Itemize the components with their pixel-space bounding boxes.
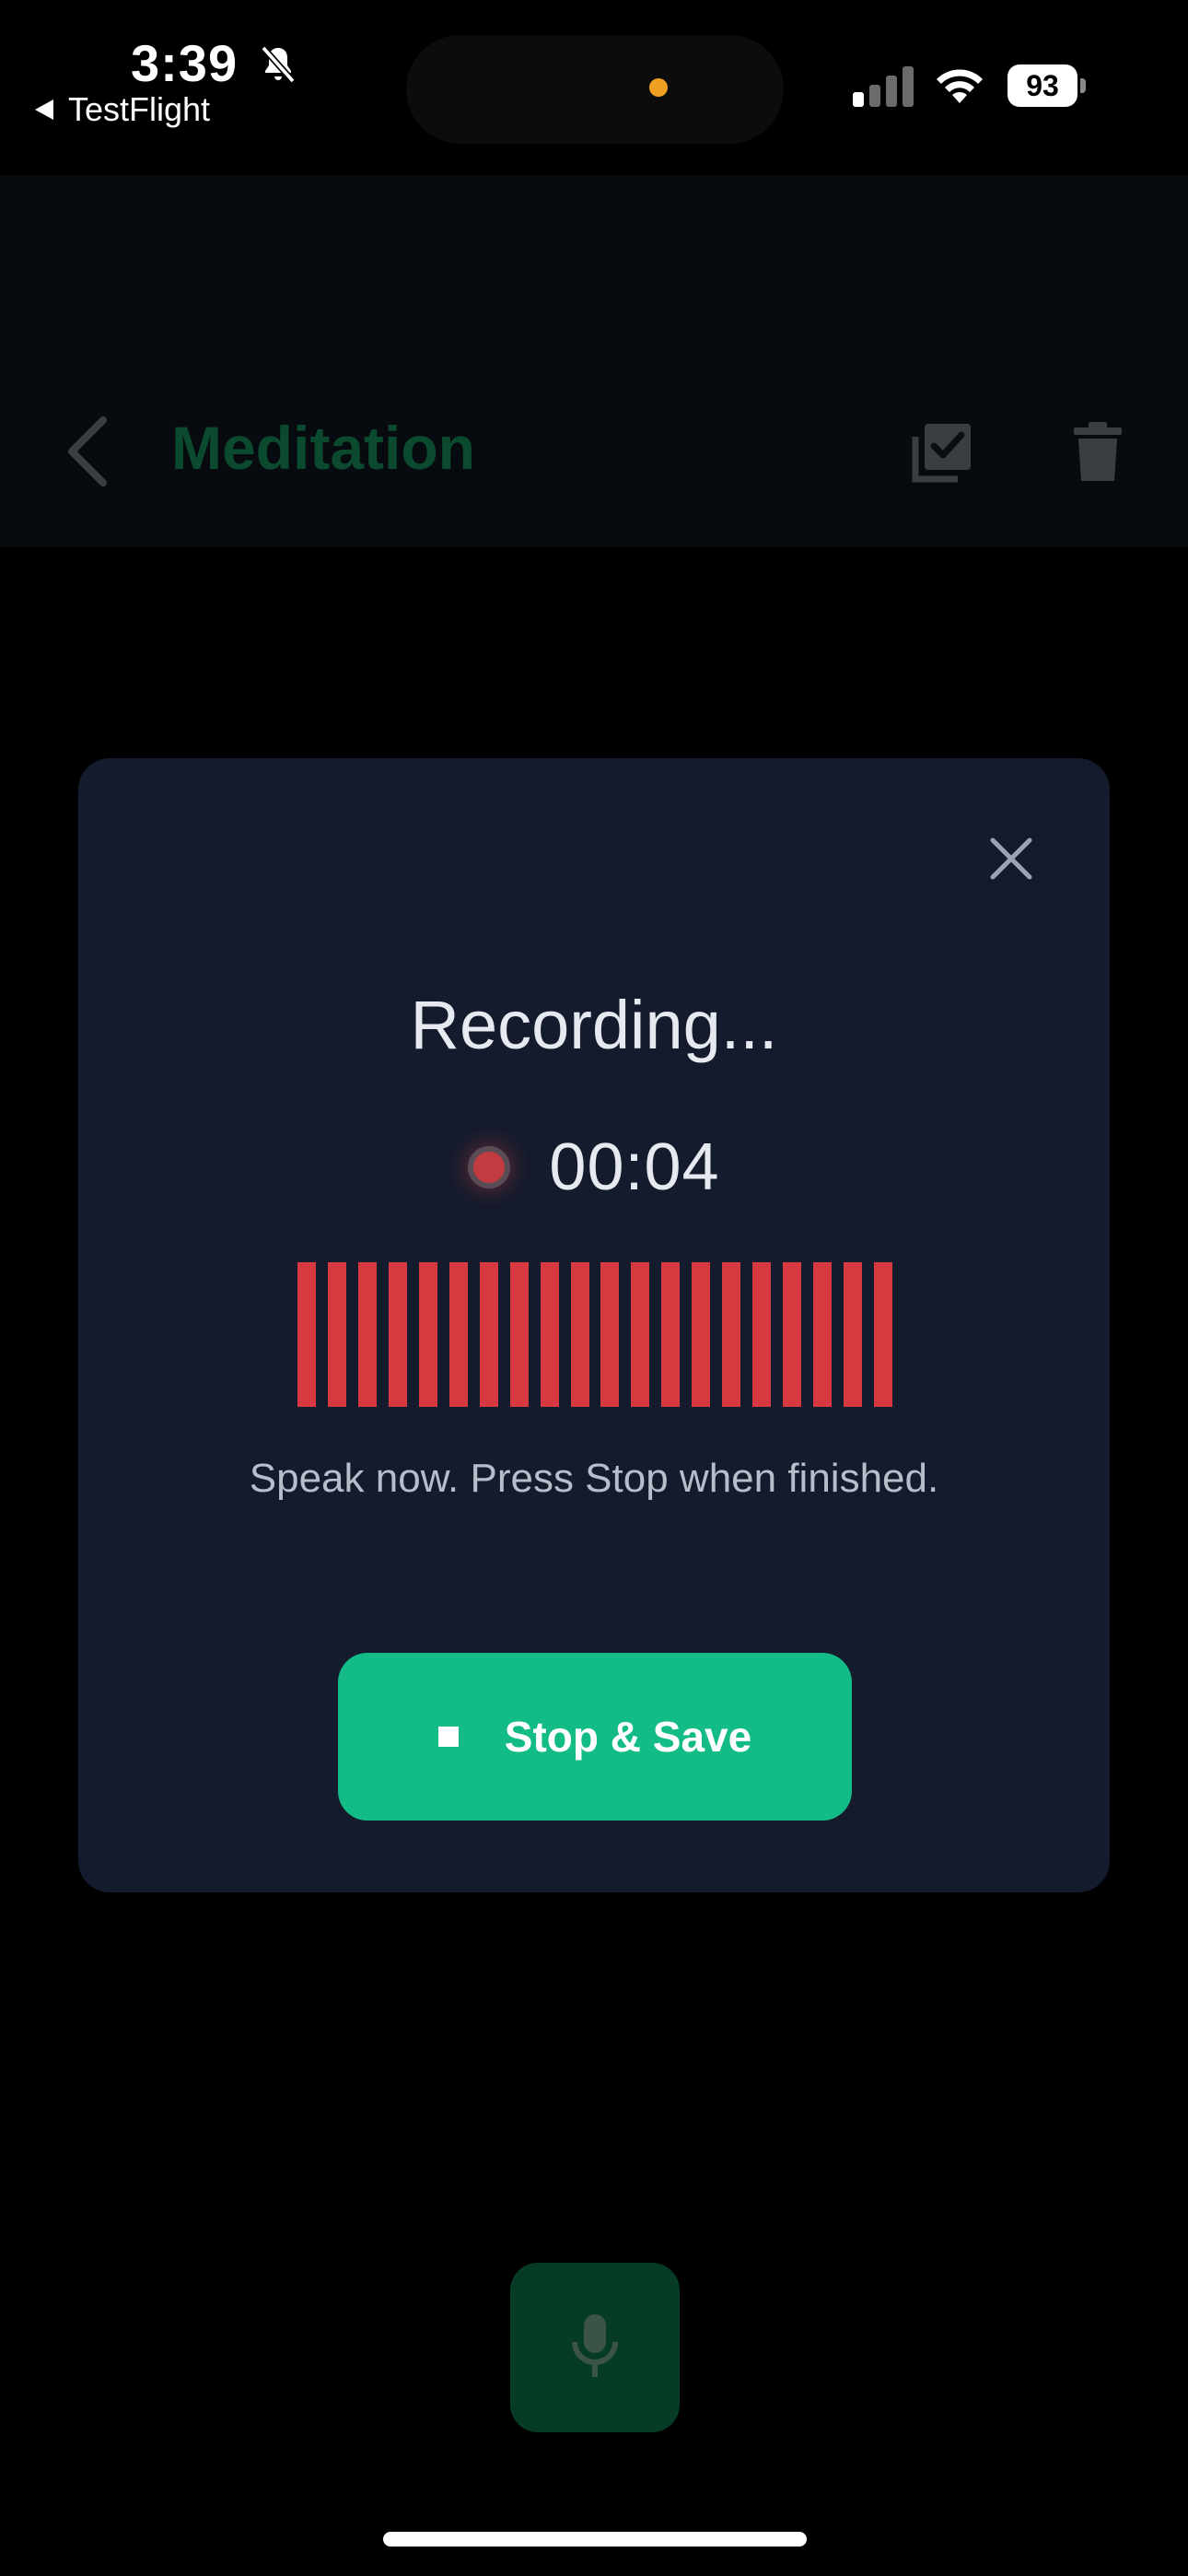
waveform-bar <box>692 1262 710 1407</box>
back-triangle-icon <box>35 100 53 120</box>
recording-instruction: Speak now. Press Stop when finished. <box>249 1456 939 1501</box>
waveform-bar <box>783 1262 801 1407</box>
timer-row: 00:04 <box>0 1130 1188 1205</box>
page-title: Meditation <box>171 414 475 482</box>
waveform-bar <box>389 1262 407 1407</box>
waveform-bar <box>328 1262 346 1407</box>
microphone-icon <box>572 2314 618 2377</box>
recording-title: Recording... <box>410 987 778 1063</box>
stop-and-save-button[interactable]: Stop & Save <box>338 1653 852 1821</box>
status-time: 3:39 <box>131 34 239 92</box>
back-app-label: TestFlight <box>68 90 211 128</box>
back-to-testflight[interactable]: TestFlight <box>35 90 210 129</box>
trash-icon[interactable] <box>1070 420 1125 485</box>
dynamic-island <box>406 35 784 144</box>
chevron-left-icon[interactable] <box>63 415 114 488</box>
waveform-bar <box>510 1262 529 1407</box>
battery-tip <box>1080 78 1086 93</box>
waveform-bar <box>752 1262 771 1407</box>
microphone-button[interactable] <box>510 2263 680 2432</box>
waveform-bar <box>722 1262 740 1407</box>
close-icon[interactable] <box>984 831 1039 886</box>
waveform-bar <box>661 1262 680 1407</box>
waveform-bar <box>358 1262 377 1407</box>
waveform-bar <box>419 1262 437 1407</box>
status-bar: 3:39 TestFlight 93 <box>0 0 1188 175</box>
stop-and-save-label: Stop & Save <box>504 1713 752 1761</box>
waveform-bar <box>631 1262 649 1407</box>
camera-indicator-dot <box>649 78 668 97</box>
waveform-bar <box>480 1262 498 1407</box>
stop-icon <box>437 1727 459 1747</box>
waveform-bar <box>874 1262 892 1407</box>
wifi-icon <box>937 69 983 103</box>
waveform-bar <box>541 1262 559 1407</box>
battery-icon: 93 <box>1007 64 1086 107</box>
waveform-bar <box>297 1262 316 1407</box>
battery-level: 93 <box>1007 64 1077 107</box>
cellular-signal-icon <box>853 64 914 107</box>
recording-timer: 00:04 <box>549 1130 720 1204</box>
home-indicator[interactable] <box>383 2532 807 2547</box>
waveform-bar <box>844 1262 862 1407</box>
waveform-bar <box>813 1262 832 1407</box>
audio-waveform <box>297 1262 892 1407</box>
waveform-bar <box>571 1262 589 1407</box>
checklist-icon[interactable] <box>910 420 974 485</box>
page-header <box>0 175 1188 547</box>
recording-indicator-icon <box>468 1146 511 1188</box>
waveform-bar <box>449 1262 468 1407</box>
bell-muted-icon <box>261 45 296 84</box>
waveform-bar <box>600 1262 619 1407</box>
